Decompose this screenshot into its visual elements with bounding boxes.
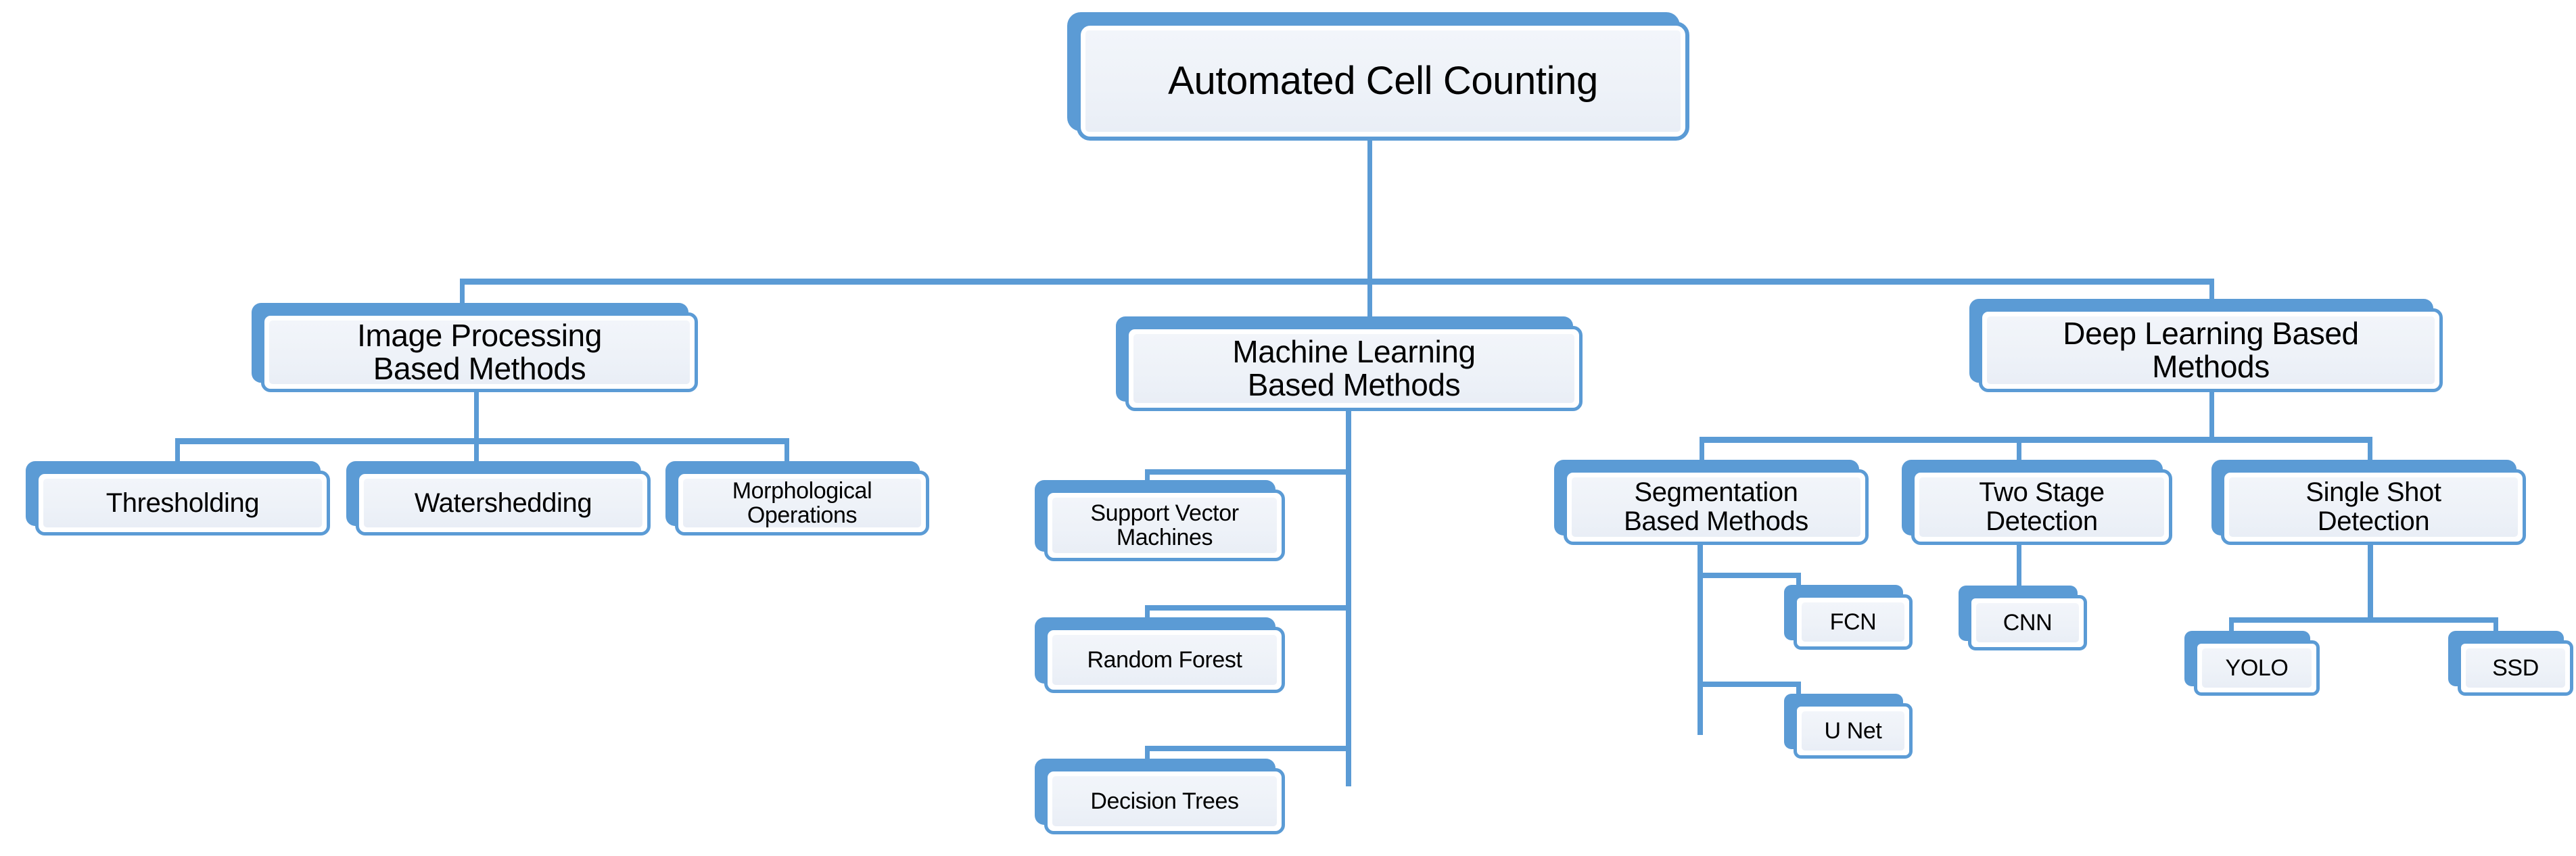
node-label: Decision Trees: [1090, 788, 1239, 814]
node-face: SSD: [2458, 640, 2573, 696]
node-single-shot-detection[interactable]: Single Shot Detection: [2211, 460, 2526, 545]
node-thresholding[interactable]: Thresholding: [26, 461, 330, 536]
connector-ip-to-morphological: [784, 438, 789, 464]
node-face: Image Processing Based Methods: [261, 312, 698, 392]
diagram-canvas: Automated Cell Counting Image Processing…: [0, 0, 2576, 856]
node-automated-cell-counting[interactable]: Automated Cell Counting: [1067, 12, 1689, 141]
connector-dl-to-segmentation: [1700, 437, 1704, 462]
node-label: Random Forest: [1087, 646, 1242, 673]
connector-dl-to-two-stage: [2017, 437, 2021, 462]
connector-bus-to-machine-learning: [1367, 279, 1372, 318]
node-face: Two Stage Detection: [1911, 469, 2172, 545]
node-face: Segmentation Based Methods: [1564, 469, 1869, 545]
node-face: Machine Learning Based Methods: [1125, 326, 1583, 411]
node-face: Single Shot Detection: [2221, 469, 2526, 545]
node-label: Two Stage Detection: [1979, 477, 2105, 536]
node-face: Thresholding: [35, 471, 330, 536]
node-label: Deep Learning Based Methods: [2063, 315, 2359, 384]
node-face: YOLO: [2194, 640, 2320, 696]
node-label: Image Processing Based Methods: [357, 317, 602, 386]
node-two-stage-detection[interactable]: Two Stage Detection: [1902, 460, 2172, 545]
node-label: Machine Learning Based Methods: [1232, 333, 1476, 402]
connector-twostage-to-cnn: [2017, 545, 2021, 588]
node-random-forest[interactable]: Random Forest: [1035, 617, 1285, 693]
node-label: Thresholding: [106, 488, 260, 518]
connector-ip-to-thresholding: [175, 438, 180, 464]
node-face: Watershedding: [356, 471, 651, 536]
node-label: Segmentation Based Methods: [1624, 477, 1808, 536]
node-face: Random Forest: [1044, 627, 1285, 693]
connector-ip-to-watershedding: [474, 438, 479, 464]
node-deep-learning-based-methods[interactable]: Deep Learning Based Methods: [1969, 299, 2443, 392]
node-ssd[interactable]: SSD: [2448, 631, 2573, 696]
connector-singleshot-stem: [2368, 545, 2373, 621]
node-label: YOLO: [2225, 655, 2289, 681]
node-face: CNN: [1968, 595, 2087, 650]
connector-ip-bus: [175, 438, 789, 444]
node-u-net[interactable]: U Net: [1784, 694, 1913, 759]
connector-ip-stem: [474, 392, 479, 441]
node-support-vector-machines[interactable]: Support Vector Machines: [1035, 480, 1285, 561]
node-watershedding[interactable]: Watershedding: [346, 461, 651, 536]
connector-dl-bus: [1700, 437, 2372, 443]
node-machine-learning-based-methods[interactable]: Machine Learning Based Methods: [1116, 316, 1583, 411]
connector-dl-stem: [2209, 392, 2214, 439]
connector-level2-bus: [460, 279, 2214, 285]
node-face: Decision Trees: [1044, 768, 1285, 834]
node-label: Automated Cell Counting: [1168, 58, 1598, 103]
node-face: Support Vector Machines: [1044, 490, 1285, 561]
node-face: U Net: [1794, 703, 1913, 759]
node-face: Deep Learning Based Methods: [1979, 308, 2443, 392]
node-segmentation-based-methods[interactable]: Segmentation Based Methods: [1554, 460, 1869, 545]
connector-root-stem: [1367, 141, 1372, 281]
node-label: Support Vector Machines: [1090, 500, 1239, 550]
connector-ml-trunk: [1346, 411, 1351, 786]
node-fcn[interactable]: FCN: [1784, 585, 1913, 650]
node-image-processing-based-methods[interactable]: Image Processing Based Methods: [252, 303, 698, 392]
node-label: Morphological Operations: [732, 477, 872, 528]
connector-ml-to-random-forest: [1145, 605, 1351, 611]
connector-ml-to-svm: [1145, 469, 1351, 475]
connector-dl-to-single-shot: [2368, 437, 2372, 462]
node-face: FCN: [1794, 594, 1913, 650]
connector-seg-to-fcn: [1697, 573, 1801, 578]
node-label: U Net: [1824, 717, 1882, 744]
node-label: Watershedding: [414, 488, 592, 518]
connector-seg-to-unet: [1697, 682, 1801, 687]
node-label: Single Shot Detection: [2305, 477, 2441, 536]
connector-singleshot-bus: [2229, 617, 2498, 623]
node-label: FCN: [1829, 609, 1877, 635]
node-morphological-operations[interactable]: Morphological Operations: [665, 461, 929, 536]
node-label: CNN: [2003, 609, 2053, 636]
node-yolo[interactable]: YOLO: [2184, 631, 2320, 696]
node-face: Automated Cell Counting: [1077, 22, 1689, 141]
node-cnn[interactable]: CNN: [1959, 586, 2087, 650]
node-label: SSD: [2492, 655, 2539, 681]
node-decision-trees[interactable]: Decision Trees: [1035, 759, 1285, 834]
connector-ml-to-decision-trees: [1145, 746, 1351, 751]
node-face: Morphological Operations: [675, 471, 929, 536]
